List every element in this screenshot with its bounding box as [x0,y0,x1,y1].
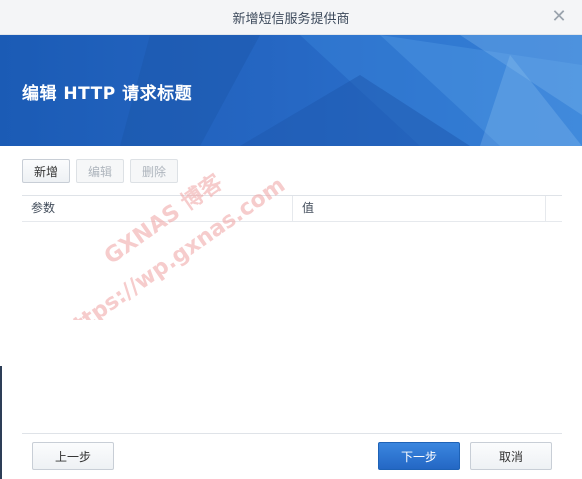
delete-button[interactable]: 删除 [130,159,179,183]
column-header-parameter[interactable]: 参数 [22,196,293,221]
table-header: 参数 值 [22,196,562,222]
column-header-value[interactable]: 值 [293,196,546,221]
edit-button[interactable]: 编辑 [76,159,125,183]
column-header-spacer [546,196,562,221]
banner-heading: 编辑 HTTP 请求标题 [22,84,193,104]
close-icon[interactable]: ✕ [550,8,568,26]
cancel-button[interactable]: 取消 [470,442,552,470]
dialog-title: 新增短信服务提供商 [232,11,350,27]
title-bar[interactable]: 新增短信服务提供商 ✕ [0,0,582,35]
dialog-window: 新增短信服务提供商 ✕ 编辑 HTTP 请求标题 新增 编辑 删除 参数 值 G… [0,0,582,479]
next-button[interactable]: 下一步 [378,442,460,470]
background-window-edge [0,366,2,479]
toolbar: 新增 编辑 删除 [22,159,179,185]
headers-table: 参数 值 [22,195,562,432]
add-button[interactable]: 新增 [22,159,71,183]
footer-divider [22,433,562,434]
header-banner: 编辑 HTTP 请求标题 [0,35,582,146]
previous-button[interactable]: 上一步 [32,442,114,470]
